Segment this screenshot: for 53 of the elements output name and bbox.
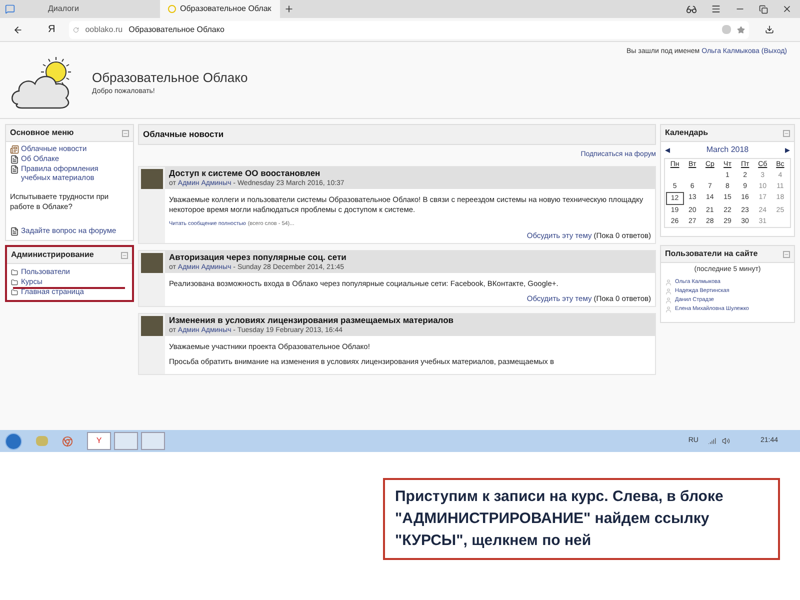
browser-taskbar-icon[interactable]: Y <box>87 432 111 450</box>
user-icon <box>665 278 672 286</box>
post-title: Авторизация через популярные соц. сети <box>169 252 348 262</box>
block-title: Основное меню <box>10 127 74 139</box>
browser-taskbar-icon[interactable] <box>62 436 73 446</box>
block-title: Календарь <box>665 127 708 139</box>
avatar-placeholder <box>141 316 163 336</box>
chat-icon[interactable] <box>5 4 15 14</box>
folder-icon <box>11 288 18 296</box>
star-icon[interactable] <box>737 26 746 34</box>
back-icon[interactable] <box>13 24 23 34</box>
new-tab-icon[interactable] <box>284 4 294 14</box>
post-title: Доступ к системе ОО воостановлен <box>169 168 322 180</box>
network-icon[interactable] <box>708 437 716 445</box>
volume-icon[interactable] <box>722 437 730 445</box>
news-header: Облачные новости <box>138 124 656 145</box>
user-icon <box>665 306 672 312</box>
newspaper-icon <box>10 145 19 154</box>
collapse-icon[interactable] <box>121 252 128 258</box>
post-title: Изменения в условиях лицензирования размещаемых материалов <box>169 314 455 326</box>
start-button[interactable] <box>5 432 22 450</box>
window-taskbar-icon[interactable] <box>114 432 138 450</box>
browser-tab[interactable]: Образовательное Облак <box>160 0 280 18</box>
block-title: Пользователи на сайте <box>665 248 758 260</box>
site-title: Образовательное Облако <box>92 68 248 87</box>
download-icon[interactable] <box>765 25 774 34</box>
document-icon <box>10 227 19 236</box>
menu-icon[interactable] <box>711 4 721 14</box>
month-title: March 2018 <box>706 144 749 156</box>
glasses-icon[interactable] <box>686 4 697 14</box>
user-icon <box>665 296 672 304</box>
block-title: Администрирование <box>11 249 94 261</box>
folder-icon <box>11 268 18 276</box>
next-month-icon[interactable] <box>785 148 790 152</box>
collapse-icon[interactable] <box>122 130 129 136</box>
caption-text: Приступим к записи на курс. Слева, в блоке "АДМИНИСТРИРОВАНИЕ" найдем ссылку "КУРСЫ", щелкнем по ней <box>383 478 780 560</box>
collapse-icon[interactable] <box>783 250 790 258</box>
document-icon <box>10 165 19 174</box>
restore-icon[interactable] <box>759 4 768 14</box>
browser-logo[interactable]: Я <box>48 22 56 37</box>
address-field[interactable]: ooblako.ru Образовательное Облако <box>69 20 750 38</box>
app-taskbar-icon[interactable] <box>141 432 165 450</box>
reload-icon[interactable] <box>73 26 80 32</box>
document-icon <box>10 155 19 164</box>
loading-icon <box>168 5 176 13</box>
avatar-placeholder <box>141 252 163 272</box>
previous-month-icon[interactable] <box>665 148 670 152</box>
close-icon[interactable] <box>782 4 792 14</box>
user-icon <box>665 288 672 294</box>
avatar-placeholder <box>141 169 163 190</box>
folder-icon <box>11 278 18 286</box>
collapse-icon[interactable] <box>783 130 790 136</box>
browser-tab[interactable]: Диалоги <box>40 0 160 18</box>
